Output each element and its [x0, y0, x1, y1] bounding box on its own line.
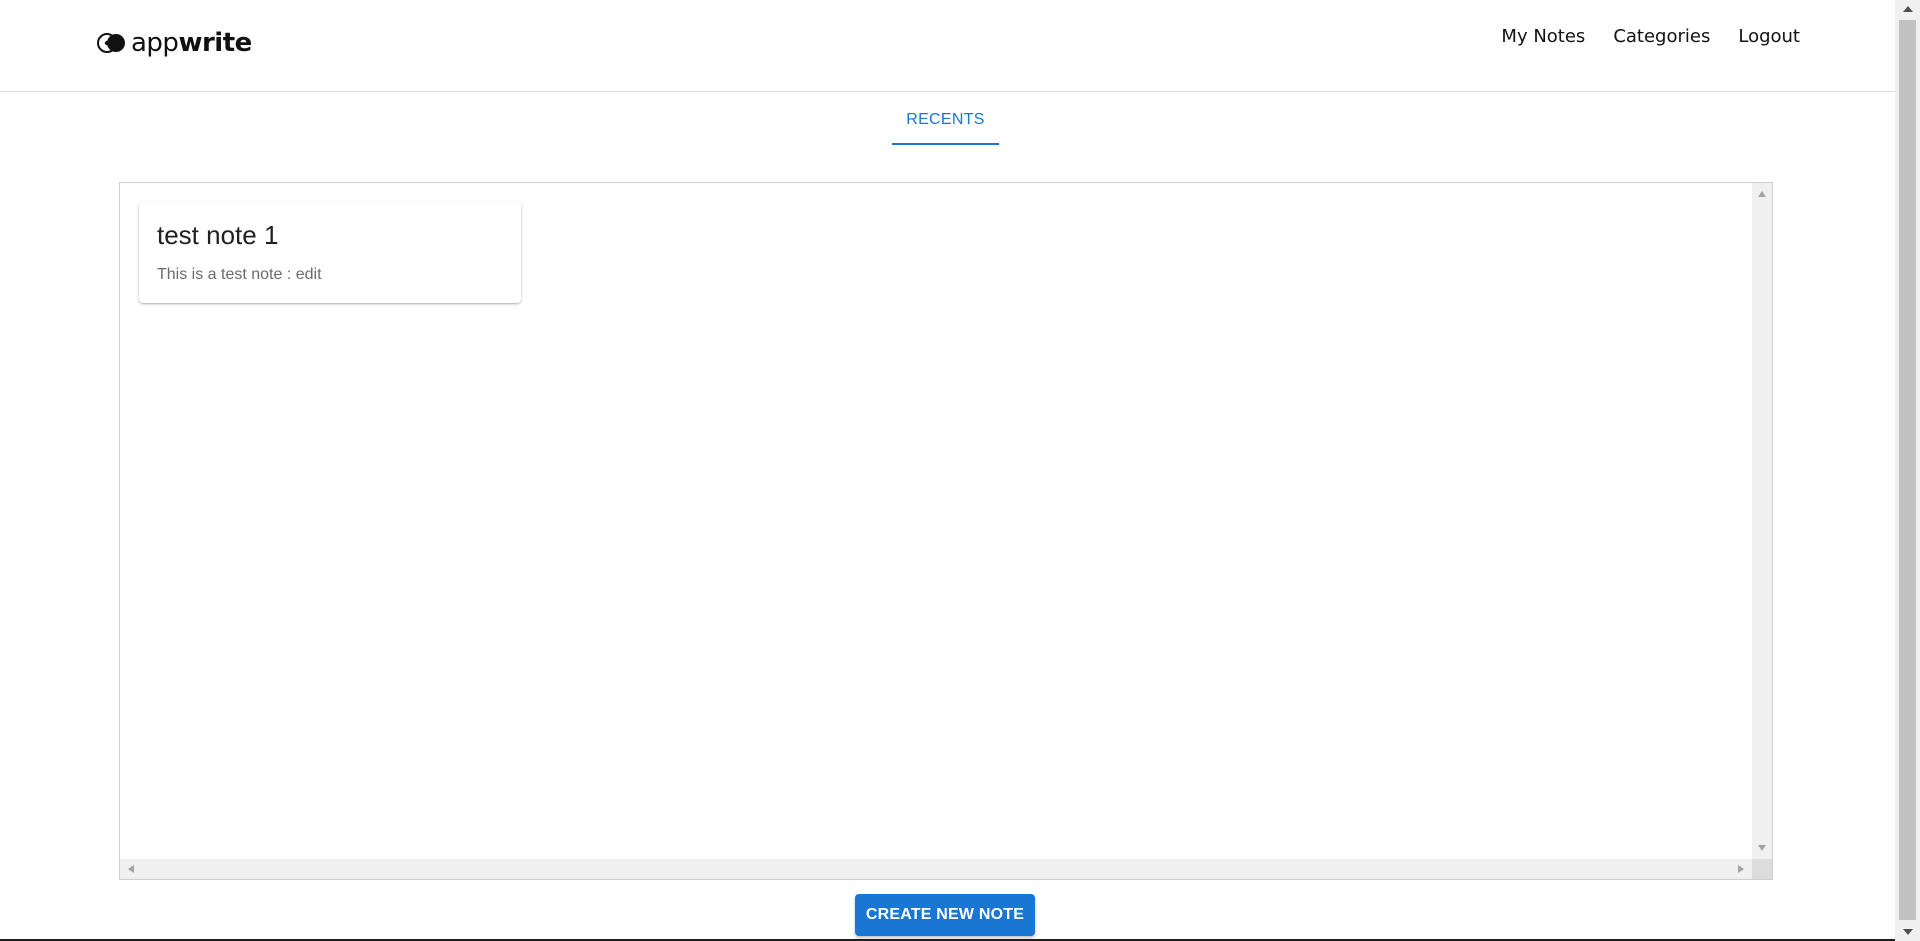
app-header: appwrite My Notes Categories Logout — [0, 0, 1895, 92]
scroll-corner — [1752, 859, 1772, 879]
scroll-left-arrow-icon[interactable] — [128, 865, 134, 873]
note-body: This is a test note : edit — [157, 266, 322, 283]
nav-logout[interactable]: Logout — [1738, 26, 1800, 47]
scroll-up-arrow-icon[interactable] — [1758, 191, 1766, 197]
appwrite-logo-icon — [97, 33, 127, 53]
nav-categories[interactable]: Categories — [1613, 26, 1710, 47]
note-card[interactable]: test note 1 This is a test note : edit — [139, 202, 521, 303]
page: appwrite My Notes Categories Logout RECE… — [0, 0, 1920, 941]
panel-vertical-scrollbar[interactable] — [1752, 183, 1772, 859]
create-new-note-button[interactable]: CREATE NEW NOTE — [855, 894, 1035, 936]
logo-text-light: app — [131, 28, 179, 58]
scroll-right-arrow-icon[interactable] — [1738, 865, 1744, 873]
logo-text-bold: write — [178, 28, 252, 58]
window-scroll-thumb[interactable] — [1899, 20, 1916, 920]
window-scroll-up-icon[interactable] — [1903, 6, 1913, 12]
tab-active-indicator — [892, 143, 999, 145]
scroll-down-arrow-icon[interactable] — [1758, 845, 1766, 851]
tab-bar: RECENTS — [892, 100, 999, 145]
notes-scroll-panel[interactable]: test note 1 This is a test note : edit — [119, 182, 1773, 880]
window-vertical-scrollbar[interactable] — [1895, 0, 1920, 941]
window-scroll-down-icon[interactable] — [1903, 929, 1913, 935]
logo-wordmark: appwrite — [131, 28, 252, 58]
panel-horizontal-scrollbar[interactable] — [120, 859, 1752, 879]
tab-recents[interactable]: RECENTS — [892, 100, 999, 142]
main-nav: My Notes Categories Logout — [1501, 26, 1800, 47]
appwrite-logo[interactable]: appwrite — [97, 28, 252, 58]
nav-my-notes[interactable]: My Notes — [1501, 26, 1585, 47]
note-title: test note 1 — [157, 220, 279, 250]
